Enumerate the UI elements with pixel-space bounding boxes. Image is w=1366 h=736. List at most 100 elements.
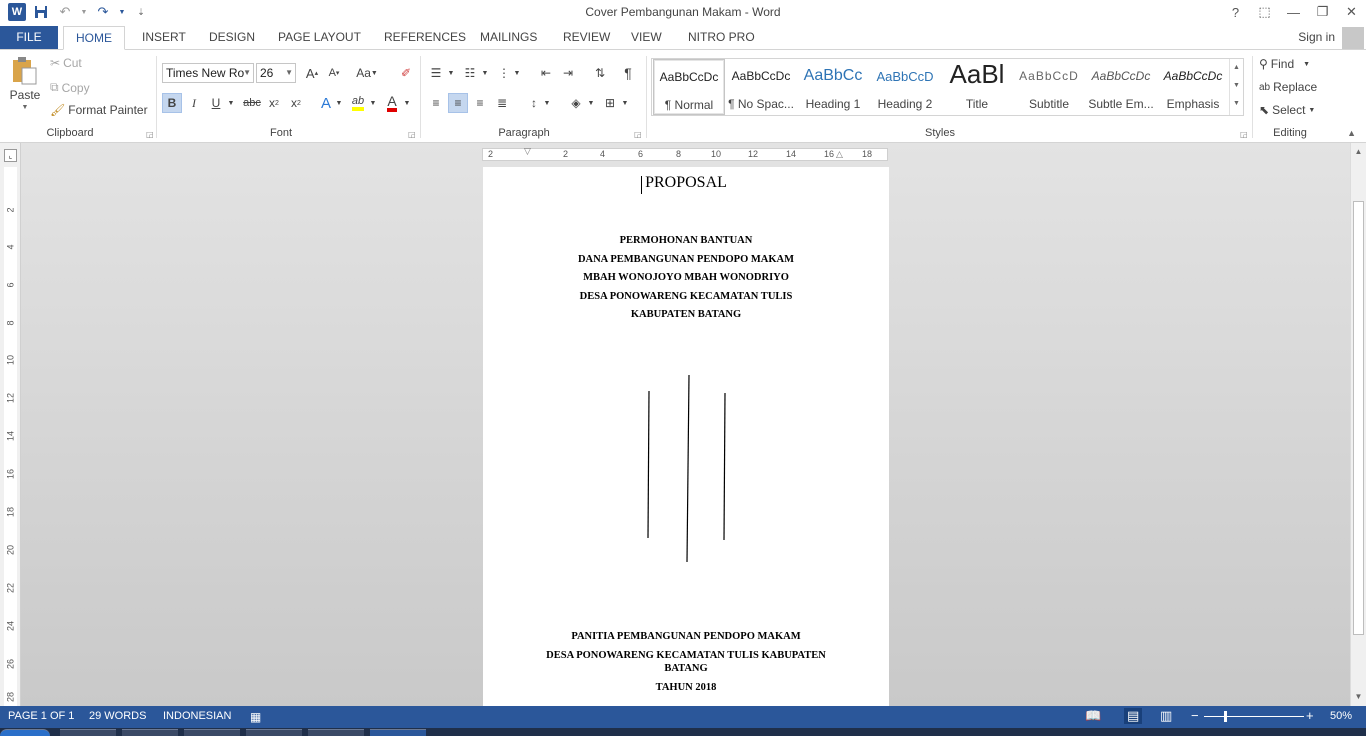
underline-button[interactable]: U [206,93,226,113]
taskbar-app[interactable] [308,729,364,736]
doc-footer-line[interactable]: DESA PONOWARENG KECAMATAN TULIS KABUPATE… [483,650,889,661]
style-emphasis[interactable]: AaBbCcDc Emphasis [1157,59,1229,115]
shrink-font-button[interactable]: A ▾ [324,63,344,83]
avatar[interactable] [1342,27,1364,49]
bold-button[interactable]: B [162,93,182,113]
text-effects-button[interactable]: A [316,93,336,113]
macro-recording-icon[interactable]: ▦ [250,710,261,724]
tab-references[interactable]: REFERENCES [382,26,468,50]
strikethrough-button[interactable]: abc [240,93,264,113]
justify-icon[interactable]: ≣ [492,93,512,113]
select-button[interactable]: ⬉ Select ▼ [1259,103,1315,117]
paragraph-launcher-icon[interactable]: ◲ [634,130,642,139]
scroll-thumb[interactable] [1353,201,1364,635]
chevron-down-icon[interactable]: ▼ [1308,107,1315,114]
style-normal[interactable]: AaBbCcDc ¶ Normal [653,59,725,115]
read-mode-icon[interactable]: 📖 [1085,708,1101,724]
zoom-slider-track[interactable] [1204,716,1304,717]
styles-gallery-scroll[interactable]: ▲ ▼ ▼ [1229,59,1243,115]
clear-formatting-icon[interactable]: ✐ [396,63,416,83]
chevron-down-icon[interactable]: ▼ [1230,77,1243,95]
increase-indent-icon[interactable]: ⇥ [558,63,578,83]
tab-design[interactable]: DESIGN [207,26,257,50]
scroll-down-icon[interactable]: ▼ [1351,690,1366,704]
align-center-icon[interactable]: ≡ [448,93,468,113]
borders-dropdown-icon[interactable]: ▼ [620,93,630,113]
tab-home[interactable]: HOME [63,26,125,50]
format-painter-button[interactable]: 🖌 Format Painter [50,103,148,117]
shading-dropdown-icon[interactable]: ▼ [586,93,596,113]
multilevel-list-icon[interactable]: ⋮ [494,63,514,83]
font-color-button[interactable]: A [382,93,402,113]
vertical-scrollbar[interactable]: ▲ ▼ [1350,143,1366,706]
shading-icon[interactable]: ◈ [566,93,586,113]
tab-nitro-pro[interactable]: NITRO PRO [686,26,757,50]
borders-icon[interactable]: ⊞ [600,93,620,113]
zoom-out-icon[interactable]: − [1191,708,1199,723]
cut-button[interactable]: ✂ Cut [50,56,82,70]
superscript-button[interactable]: x2 [286,93,306,113]
multilevel-dropdown-icon[interactable]: ▼ [512,63,522,83]
highlight-dropdown-icon[interactable]: ▼ [368,93,378,113]
style-heading-2[interactable]: AaBbCcD Heading 2 [869,59,941,115]
right-indent-marker[interactable]: △ [836,149,843,160]
paste-button[interactable]: Paste ▼ [8,56,42,111]
style-subtitle[interactable]: AaBbCcD Subtitle [1013,59,1085,115]
style-subtle-emphasis[interactable]: AaBbCcDc Subtle Em... [1085,59,1157,115]
taskbar-app[interactable] [60,729,116,736]
taskbar-app[interactable] [122,729,178,736]
word-count[interactable]: 29 WORDS [89,710,146,722]
tab-view[interactable]: VIEW [629,26,664,50]
font-color-dropdown-icon[interactable]: ▼ [402,93,412,113]
close-button[interactable]: ✕ [1337,0,1366,24]
bullets-icon[interactable]: ☰ [426,63,446,83]
collapse-ribbon-icon[interactable]: ▲ [1347,128,1356,138]
tab-mailings[interactable]: MAILINGS [478,26,539,50]
tab-selector[interactable]: ⌞ [4,149,17,162]
chevron-down-icon[interactable]: ▼ [285,64,293,82]
copy-button[interactable]: ⧉ Copy [50,80,90,95]
find-button[interactable]: ⚲ Find ▼ [1259,57,1310,71]
more-styles-icon[interactable]: ▼ [1230,95,1243,113]
align-right-icon[interactable]: ≡ [470,93,490,113]
doc-footer-line[interactable]: TAHUN 2018 [483,682,889,693]
change-case-button[interactable]: Aa ▼ [354,63,380,83]
decrease-indent-icon[interactable]: ⇤ [536,63,556,83]
line-spacing-icon[interactable]: ↕ [524,93,544,113]
doc-footer-line[interactable]: BATANG [483,663,889,674]
chevron-down-icon[interactable]: ▼ [243,64,251,82]
grow-font-button[interactable]: A ▴ [302,63,322,83]
taskbar-app[interactable] [184,729,240,736]
ribbon-display-options-button[interactable]: ⬚ [1250,0,1279,24]
tab-review[interactable]: REVIEW [561,26,612,50]
zoom-level[interactable]: 50% [1330,710,1352,722]
line-spacing-dropdown-icon[interactable]: ▼ [542,93,552,113]
language-indicator[interactable]: INDONESIAN [163,710,231,722]
print-layout-icon[interactable]: ▤ [1124,708,1143,724]
font-size-combo[interactable]: 26 ▼ [256,63,296,83]
italic-button[interactable]: I [184,93,204,113]
replace-button[interactable]: ab Replace [1259,80,1317,94]
doc-footer-line[interactable]: PANITIA PEMBANGUNAN PENDOPO MAKAM [483,631,889,642]
show-hide-marks-button[interactable]: ¶ [618,63,638,83]
scroll-up-icon[interactable]: ▲ [1351,145,1366,159]
tab-page-layout[interactable]: PAGE LAYOUT [276,26,363,50]
paste-dropdown-icon[interactable]: ▼ [22,104,29,111]
taskbar-app-word[interactable] [370,729,426,736]
sort-icon[interactable]: ⇅ [590,63,610,83]
web-layout-icon[interactable]: ▥ [1160,708,1172,724]
bullets-dropdown-icon[interactable]: ▼ [446,63,456,83]
styles-launcher-icon[interactable]: ◲ [1240,130,1248,139]
style-heading-1[interactable]: AaBbCc Heading 1 [797,59,869,115]
numbering-dropdown-icon[interactable]: ▼ [480,63,490,83]
align-left-icon[interactable]: ≡ [426,93,446,113]
font-family-combo[interactable]: Times New Ro ▼ [162,63,254,83]
restore-button[interactable]: ❐ [1308,0,1337,24]
help-button[interactable]: ? [1221,0,1250,24]
zoom-slider-thumb[interactable] [1224,711,1227,722]
minimize-button[interactable]: — [1279,0,1308,24]
tab-file[interactable]: FILE [0,26,58,50]
chevron-down-icon[interactable]: ▼ [1303,61,1310,68]
style-no-spacing[interactable]: AaBbCcDc ¶ No Spac... [725,59,797,115]
subscript-button[interactable]: x2 [264,93,284,113]
